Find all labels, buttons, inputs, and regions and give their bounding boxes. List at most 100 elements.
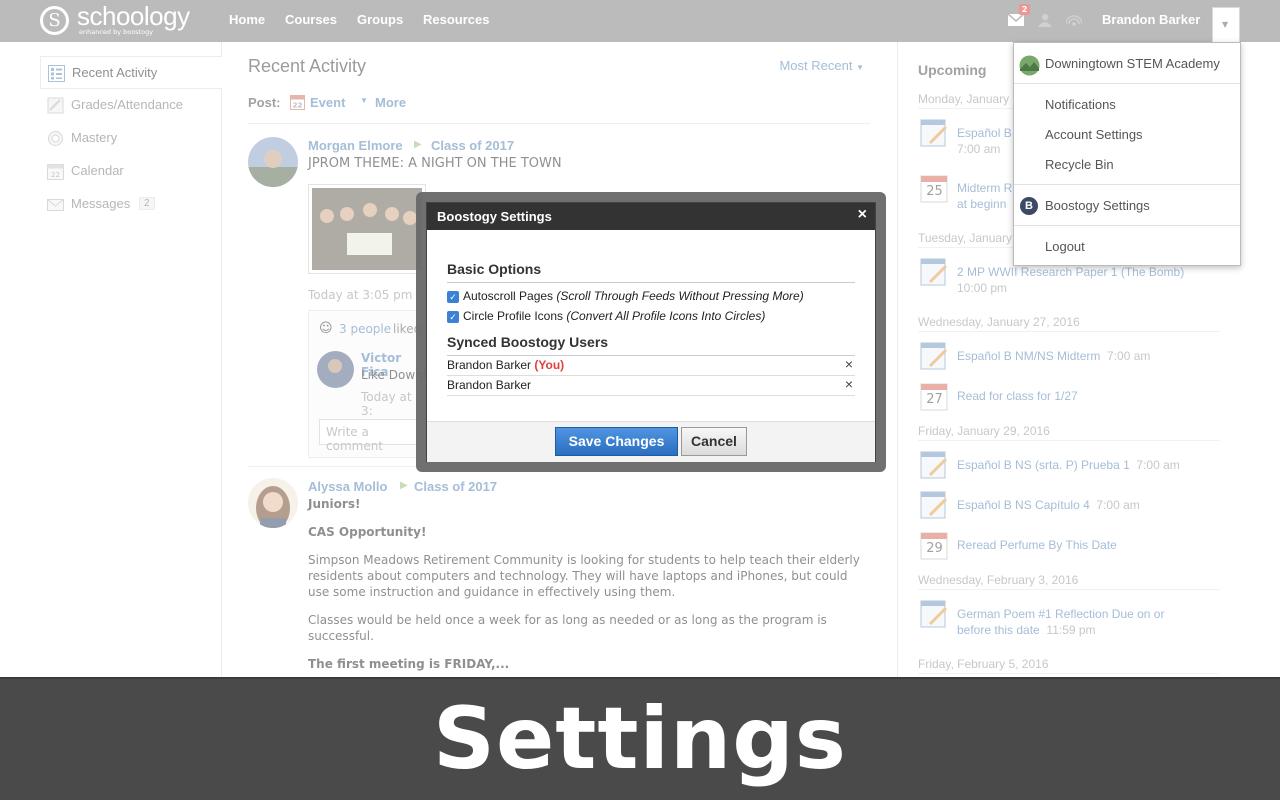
- post-toolbar: Post: 22 Event ▼ More: [248, 94, 870, 124]
- sidebar-item-label: Grades/Attendance: [71, 97, 184, 112]
- upcoming-item-title: Español B NM/NS Midterm: [957, 349, 1101, 363]
- dropdown-item-account-settings[interactable]: Account Settings: [1045, 127, 1143, 142]
- mastery-icon: [48, 131, 63, 146]
- upcoming-item-time: 7:00 am: [1107, 349, 1151, 363]
- option-label: Circle Profile Icons: [463, 309, 564, 323]
- dropdown-item-notifications[interactable]: Notifications: [1045, 97, 1116, 112]
- post-title: Juniors!: [308, 497, 361, 511]
- post-group[interactable]: Class of 2017: [414, 479, 497, 494]
- comment-input[interactable]: Write a comment: [319, 419, 429, 453]
- post-photo[interactable]: [308, 184, 426, 274]
- upcoming-item-title-line2: at beginn: [957, 197, 1007, 211]
- assignment-icon: [920, 491, 948, 519]
- upcoming-item-title: Midterm R: [957, 181, 1013, 195]
- dropdown-item-school[interactable]: Downingtown STEM Academy: [1045, 56, 1220, 71]
- save-changes-button[interactable]: Save Changes: [555, 427, 678, 456]
- upcoming-item[interactable]: German Poem #1 Reflection Due on or befo…: [957, 606, 1197, 638]
- avatar[interactable]: [248, 137, 298, 187]
- mail-icon[interactable]: [1008, 13, 1024, 27]
- upcoming-date: Wednesday, January 27, 2016: [918, 315, 1220, 332]
- sidebar-item-mastery[interactable]: Mastery: [40, 122, 222, 155]
- sort-dropdown[interactable]: Most Recent ▼: [779, 58, 864, 73]
- upcoming-item[interactable]: Español B NM/NS Midterm 7:00 am: [957, 348, 1217, 364]
- messages-count-badge: 2: [139, 197, 155, 210]
- dropdown-item-logout[interactable]: Logout: [1045, 239, 1085, 254]
- page-title: Recent Activity: [248, 56, 367, 76]
- upcoming-item-title: Español B: [957, 126, 1012, 140]
- close-icon[interactable]: ×: [858, 206, 867, 224]
- divider: [1014, 184, 1240, 185]
- caption-banner: Settings: [0, 677, 1280, 800]
- remove-user-icon[interactable]: ×: [845, 376, 853, 392]
- sidebar-item-calendar[interactable]: 22 Calendar: [40, 155, 222, 188]
- dropdown-item-boostogy-settings[interactable]: Boostogy Settings: [1045, 198, 1150, 213]
- post-more-button[interactable]: More: [375, 95, 406, 110]
- avatar[interactable]: [317, 351, 354, 388]
- upcoming-item[interactable]: Español B NS Capítulo 4 7:00 am: [957, 497, 1217, 513]
- synced-user-row: Brandon Barker (You) ×: [447, 356, 855, 376]
- divider: [1014, 225, 1240, 226]
- upcoming-item-time: 7:00 am: [1096, 498, 1140, 512]
- schoology-logo[interactable]: S schoology enhanced by boostogy: [40, 1, 210, 38]
- user-name-text: Brandon Barker: [447, 358, 532, 372]
- user-name[interactable]: Brandon Barker: [1102, 12, 1200, 27]
- nav-groups[interactable]: Groups: [357, 12, 403, 27]
- upcoming-title: Upcoming: [918, 62, 987, 78]
- recent-activity-icon: [48, 65, 65, 82]
- mail-badge: 2: [1019, 4, 1030, 15]
- circle-icons-checkbox[interactable]: ✓: [447, 311, 459, 323]
- cancel-button[interactable]: Cancel: [681, 427, 747, 456]
- logo-s-icon: S: [40, 6, 69, 35]
- photo-image: [312, 188, 422, 270]
- post-paragraph: Simpson Meadows Retirement Community is …: [308, 553, 860, 599]
- avatar-photo: [317, 351, 354, 388]
- people-icon[interactable]: [1037, 13, 1053, 27]
- upcoming-date: Friday, February 5, 2016: [918, 657, 1220, 674]
- assignment-icon: [920, 600, 948, 628]
- assignment-icon: [920, 258, 948, 286]
- nav-home[interactable]: Home: [229, 12, 265, 27]
- upcoming-item[interactable]: Reread Perfume By This Date: [957, 537, 1217, 553]
- upcoming-item[interactable]: Read for class for 1/27: [957, 388, 1217, 404]
- sidebar-item-grades[interactable]: Grades/Attendance: [40, 89, 222, 122]
- avatar-photo: [248, 137, 298, 187]
- chevron-down-icon[interactable]: ▼: [360, 96, 368, 105]
- assignment-icon: [920, 119, 948, 147]
- post-author[interactable]: Alyssa Mollo: [308, 479, 387, 494]
- remove-user-icon[interactable]: ×: [845, 356, 853, 372]
- sidebar-item-label: Recent Activity: [72, 65, 158, 80]
- upcoming-item-time: 7:00 am: [957, 142, 1001, 156]
- calendar-day: 27: [926, 392, 943, 407]
- post-paragraph: The first meeting is FRIDAY,...: [308, 657, 510, 671]
- sidebar-item-recent-activity[interactable]: Recent Activity: [40, 56, 222, 89]
- post-author[interactable]: Morgan Elmore: [308, 138, 403, 153]
- calendar-icon: 22: [290, 95, 305, 110]
- avatar[interactable]: [248, 478, 298, 528]
- caption-text: Settings: [433, 689, 847, 789]
- you-tag: (You): [534, 358, 565, 372]
- likes-link[interactable]: 3 people: [339, 322, 391, 336]
- option-description: (Scroll Through Feeds Without Pressing M…: [556, 289, 804, 303]
- post-group[interactable]: Class of 2017: [431, 138, 514, 153]
- upcoming-date: Friday, January 29, 2016: [918, 424, 1220, 441]
- upcoming-item[interactable]: Español B NS (srta. P) Prueba 1 7:00 am: [957, 457, 1217, 473]
- dropdown-item-recycle-bin[interactable]: Recycle Bin: [1045, 157, 1114, 172]
- assignment-icon: [920, 451, 948, 479]
- sort-label: Most Recent: [779, 58, 853, 73]
- nav-courses[interactable]: Courses: [285, 12, 337, 27]
- nav-resources[interactable]: Resources: [423, 12, 489, 27]
- upcoming-item[interactable]: 2 MP WWII Research Paper 1 (The Bomb) 10:…: [957, 264, 1217, 296]
- autoscroll-checkbox[interactable]: ✓: [447, 291, 459, 303]
- post-timestamp: Today at 3:05 pm: [308, 288, 413, 302]
- user-menu-toggle[interactable]: ▼: [1212, 7, 1240, 42]
- post-event-button[interactable]: Event: [310, 95, 345, 110]
- basic-options-heading: Basic Options: [447, 261, 542, 277]
- sidebar-item-messages[interactable]: Messages 2: [40, 188, 222, 221]
- calendar-icon: 22: [47, 164, 64, 180]
- signal-icon[interactable]: [1066, 13, 1082, 27]
- option-description: (Convert All Profile Icons Into Circles): [566, 309, 766, 323]
- top-navigation-bar: S schoology enhanced by boostogy Home Co…: [0, 0, 1280, 42]
- triangle-right-icon: ▶: [400, 480, 408, 491]
- upcoming-item-time: 7:00 am: [1136, 458, 1180, 472]
- sidebar-item-label: Mastery: [71, 130, 118, 145]
